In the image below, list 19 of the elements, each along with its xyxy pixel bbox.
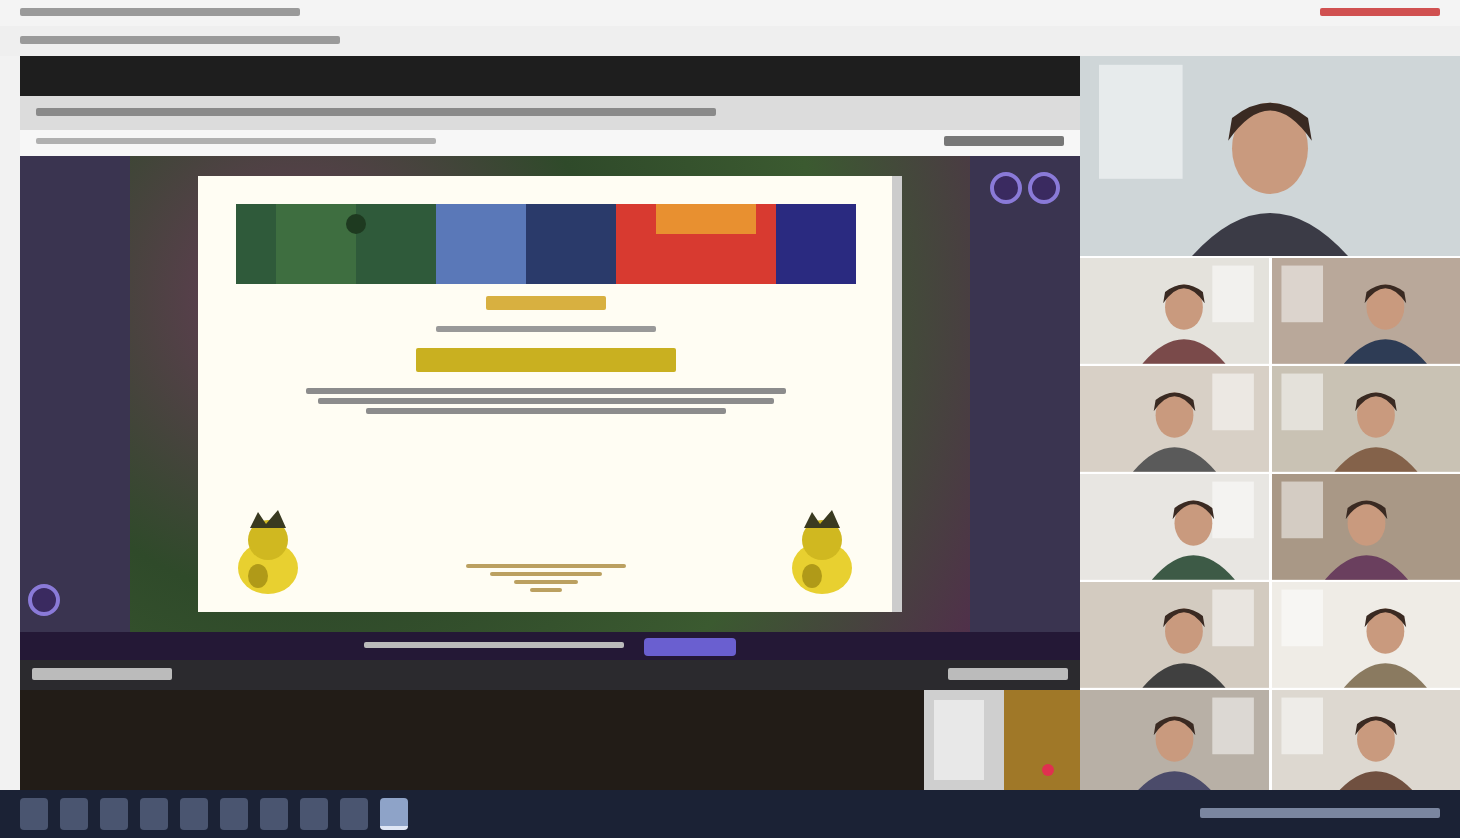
taskbar-app-icon[interactable] [300, 798, 328, 830]
media-controls-drawing [32, 667, 172, 684]
taskbar-app-icon[interactable] [60, 798, 88, 830]
toolbar-icon[interactable] [990, 172, 1022, 205]
taskbar-app-icon[interactable] [220, 798, 248, 830]
taskbar-app-icon[interactable] [100, 798, 128, 830]
taskbar-app-icon[interactable] [340, 798, 368, 830]
taskbar-app-icon[interactable] [140, 798, 168, 830]
action-button[interactable] [644, 637, 736, 656]
avatar-icon[interactable] [28, 584, 60, 617]
taskbar-app-icon[interactable] [260, 798, 288, 830]
heading-drawing [485, 296, 605, 315]
taskbar-app-icon[interactable] [20, 798, 48, 830]
taskbar-app-icon[interactable] [380, 798, 408, 830]
toolbar-icons-drawing [944, 136, 1064, 151]
account-drawing [1320, 7, 1440, 19]
media-controls-drawing [948, 667, 1068, 684]
taskbar-app-icon[interactable] [180, 798, 208, 830]
toolbar-icon[interactable] [1028, 172, 1060, 205]
